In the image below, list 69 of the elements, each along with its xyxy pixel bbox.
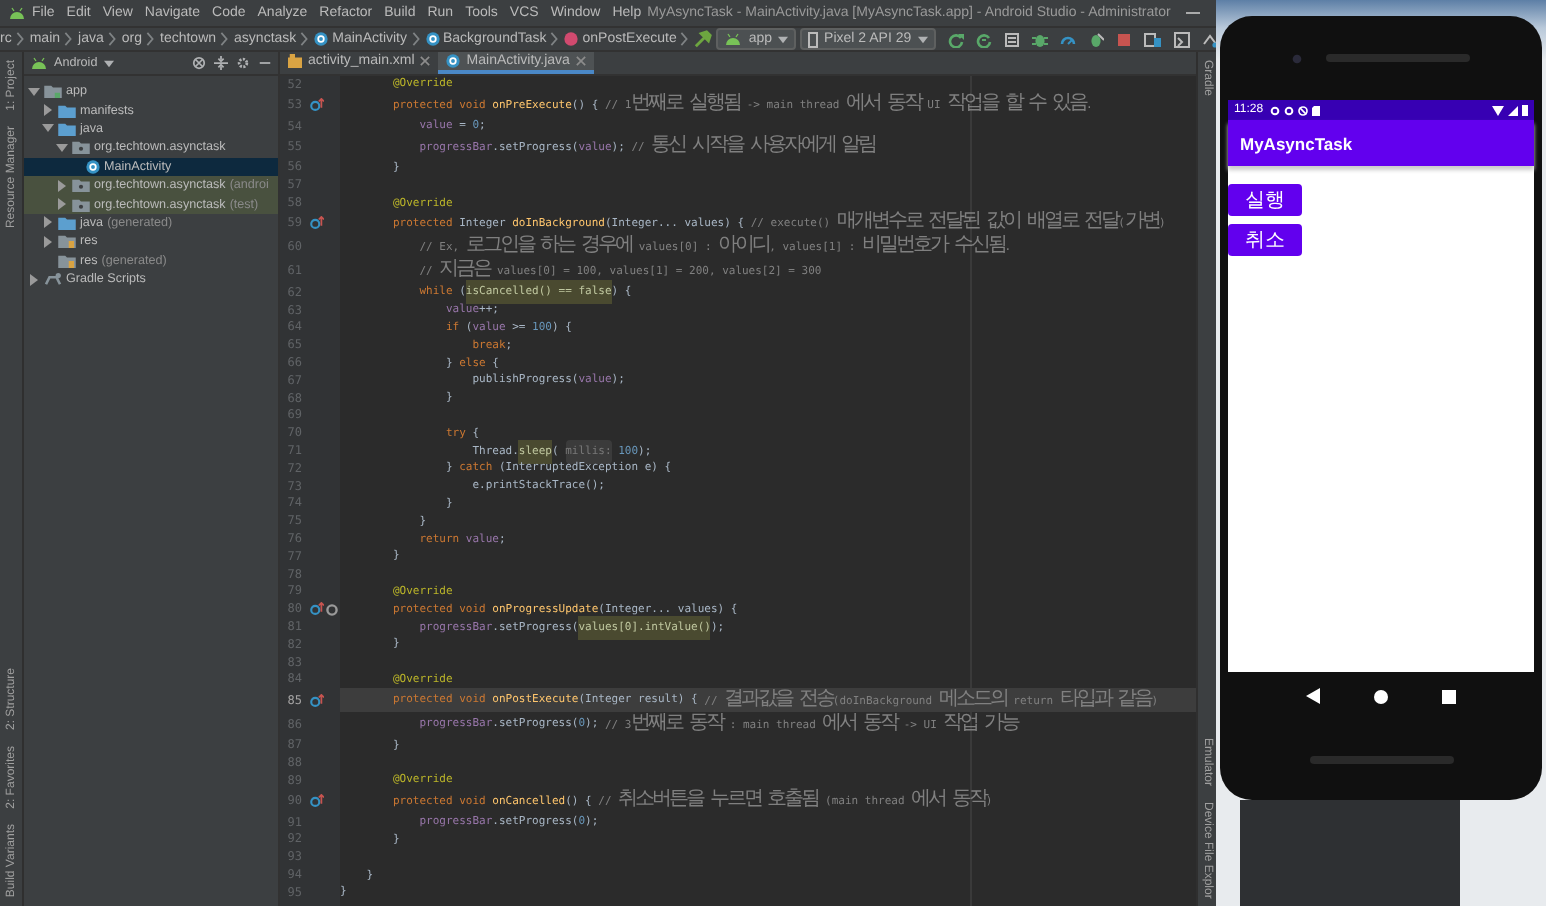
chevron-icon [680,32,689,46]
chevron-icon [64,32,73,46]
collapse-icon[interactable] [214,56,228,70]
rerun-icon[interactable] [947,31,964,47]
expand-arrow-icon[interactable] [28,85,40,98]
expand-arrow-icon[interactable] [42,104,54,117]
profiler-icon[interactable] [1059,31,1076,47]
sdk-icon[interactable] [1173,31,1190,47]
circle-icon [446,54,461,68]
stop-icon[interactable] [1115,31,1132,47]
wifi-icon [1492,105,1504,115]
expand-arrow-icon[interactable] [42,216,54,229]
expand-arrow-icon[interactable] [56,198,68,211]
block-icon [1297,105,1308,115]
minimize-icon[interactable] [258,56,272,70]
chevron-icon [300,32,309,46]
android-icon [30,56,48,70]
signal-icon [1508,105,1518,115]
bug-icon[interactable] [1031,31,1048,47]
caret-icon [103,59,114,67]
caret-icon [917,35,928,43]
chevron-icon [220,32,229,46]
home-icon[interactable] [1373,689,1388,703]
close-icon[interactable] [420,56,431,66]
sd-card-icon [1311,105,1320,115]
ring-icon[interactable] [326,603,338,616]
camera-icon [1292,53,1302,63]
back-icon[interactable] [1305,688,1320,704]
app-button[interactable]: 실행 [1228,184,1302,216]
folder-icon [72,197,90,212]
folder-icon [58,253,76,268]
caret-icon [778,35,789,43]
circle-icon [425,32,439,46]
minimize-icon[interactable] [1186,6,1201,20]
scripts-icon [44,272,62,287]
folder-icon [72,140,90,155]
battery-icon [1522,104,1528,116]
recents-icon[interactable] [1442,689,1457,703]
folder-icon [44,84,62,99]
chevron-icon [15,32,24,46]
coverage-icon[interactable] [1003,31,1020,47]
expand-arrow-icon[interactable] [28,273,40,286]
folder-icon [72,178,90,193]
sync-icon[interactable] [1201,31,1218,47]
hammer-icon[interactable] [694,30,713,48]
app-title-bar: MyAsyncTask [1228,120,1534,166]
chevron-icon [146,32,154,46]
phone-icon [808,31,819,47]
folder-icon [58,234,76,249]
expand-arrow-icon[interactable] [56,141,68,154]
attach-icon[interactable] [1087,31,1104,47]
expand-arrow-icon[interactable] [42,235,54,248]
app-button[interactable]: 취소 [1228,224,1302,256]
chevron-icon [550,32,559,46]
layout-file-icon [288,54,302,68]
apply-changes-icon[interactable] [975,31,992,47]
expand-arrow-icon[interactable] [42,122,54,135]
settings-icon[interactable] [236,56,250,70]
expand-arrow-icon[interactable] [56,179,68,192]
close-icon[interactable] [575,56,586,66]
chevron-icon [411,32,419,46]
crosshair-icon[interactable] [192,56,206,70]
android-logo-icon [8,6,26,20]
chevron-icon [107,32,116,46]
circle-icon [86,159,100,174]
circle-icon [564,32,579,46]
device-manager-icon[interactable] [1143,31,1162,47]
circle-icon [314,32,329,46]
android-icon [724,32,743,46]
